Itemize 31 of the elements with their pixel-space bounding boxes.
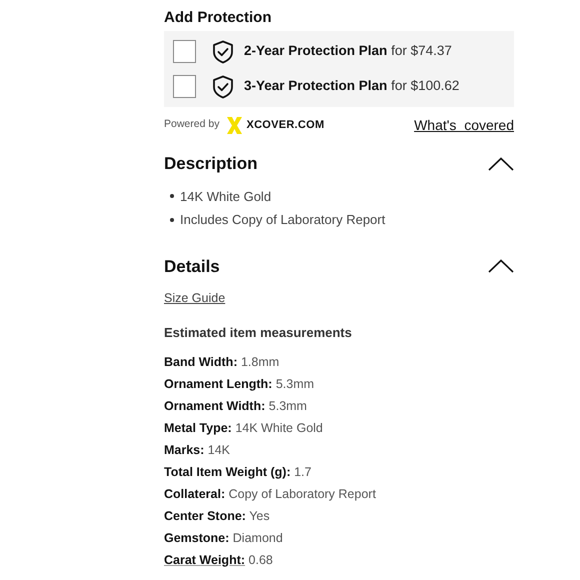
detail-row-text: Center Stone: Yes: [164, 508, 271, 524]
detail-row-text: Collateral: Copy of Laboratory Report: [164, 486, 377, 503]
shield-check-icon: [212, 74, 234, 98]
checkbox[interactable]: [173, 40, 196, 63]
detail-row-text: Marks: 14K: [164, 442, 232, 458]
bullet-icon: [170, 218, 174, 222]
size-guide-link[interactable]: Size Guide: [164, 289, 226, 308]
description-item: 14K White Gold: [180, 188, 272, 206]
chevron-up-icon[interactable]: [488, 156, 514, 171]
brand-name: XCOVER.COM: [246, 118, 324, 133]
shield-check-icon: [212, 40, 234, 64]
detail-row-text: Ornament Width: 5.3mm: [164, 398, 308, 414]
section-title: Add Protection: [164, 9, 272, 27]
chevron-up-icon[interactable]: [488, 259, 514, 274]
section-title: Details: [164, 256, 220, 278]
plan-label: 2-Year Protection Plan for $74.37: [244, 42, 452, 60]
detail-row-text: Ornament Length: 5.3mm: [164, 376, 316, 393]
section-title: Description: [164, 153, 258, 175]
detail-row-text: Metal Type: 14K White Gold: [164, 420, 324, 437]
subsection-title: Estimated item measurements: [164, 324, 353, 342]
bullet-icon: [170, 194, 174, 198]
brand-logo-icon: [227, 116, 242, 134]
whats-covered-link[interactable]: What's covered: [414, 114, 514, 136]
detail-row-text: Gemstone: Diamond: [164, 530, 284, 546]
powered-by-text: Powered by: [164, 117, 220, 132]
checkbox[interactable]: [173, 75, 196, 98]
description-item: Includes Copy of Laboratory Report: [180, 211, 386, 229]
detail-row-text: Total Item Weight (g): 1.7: [164, 464, 312, 481]
detail-row-text: Carat Weight: 0.68: [164, 552, 274, 569]
detail-row-text: Band Width: 1.8mm: [164, 354, 280, 370]
plan-label: 3-Year Protection Plan for $100.62: [244, 77, 460, 96]
